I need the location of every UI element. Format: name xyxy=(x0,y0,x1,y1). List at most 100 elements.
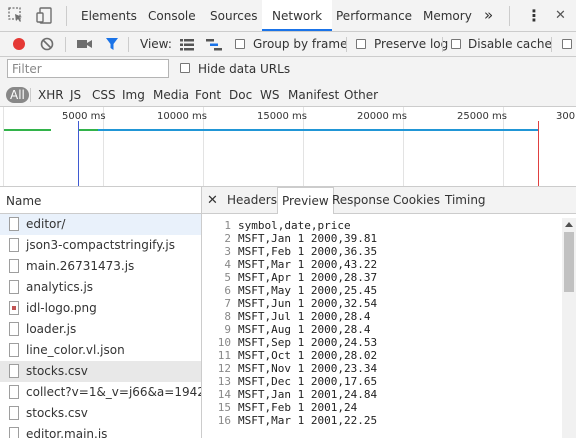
disable-cache-checkbox[interactable] xyxy=(451,39,461,49)
close-detail-button[interactable]: ✕ xyxy=(207,187,218,213)
request-name: collect?v=1&_v=j66&a=19429... xyxy=(26,385,202,399)
view-label: View: xyxy=(140,37,172,51)
type-filter-xhr[interactable]: XHR xyxy=(38,87,64,103)
tab-cookies[interactable]: Cookies xyxy=(393,187,440,213)
request-row[interactable]: analytics.js xyxy=(0,277,201,298)
hide-data-urls-checkbox[interactable] xyxy=(180,63,190,73)
tab-timing[interactable]: Timing xyxy=(445,187,486,213)
network-overview-timeline[interactable]: 5000 ms 10000 ms 15000 ms 20000 ms 25000… xyxy=(0,107,576,187)
overview-tick-label: 25000 ms xyxy=(457,111,507,122)
tab-console[interactable]: Console xyxy=(148,0,196,31)
disable-cache-label: Disable cache xyxy=(468,37,552,51)
overview-tick-label: 300 xyxy=(556,111,576,122)
code-text: MSFT,Jan 1 2001,24.84 xyxy=(238,388,378,401)
type-filter-all[interactable]: All xyxy=(6,87,29,103)
preserve-log-checkbox[interactable] xyxy=(356,39,366,49)
offline-checkbox[interactable] xyxy=(562,39,572,49)
file-icon xyxy=(9,259,19,273)
overview-blue-bar xyxy=(78,129,538,131)
type-filter-img[interactable]: Img xyxy=(122,87,145,103)
request-name: json3-compactstringify.js xyxy=(26,238,175,252)
code-text: MSFT,Aug 1 2000,28.4 xyxy=(238,323,371,336)
line-number: 13 xyxy=(217,375,231,388)
device-toolbar-icon[interactable] xyxy=(36,7,54,24)
request-name: line_color.vl.json xyxy=(26,343,125,357)
devtools-menu-button[interactable]: ⋮ xyxy=(526,0,542,31)
file-icon xyxy=(9,322,19,336)
type-filter-other[interactable]: Other xyxy=(344,87,378,103)
tab-network[interactable]: Network xyxy=(262,0,333,31)
request-row[interactable]: collect?v=1&_v=j66&a=19429... xyxy=(0,382,201,403)
request-row[interactable]: idl-logo.png xyxy=(0,298,201,319)
tab-memory[interactable]: Memory xyxy=(423,0,472,31)
request-row[interactable]: stocks.csv xyxy=(0,403,201,424)
request-detail-panel: ✕ Headers Preview Response Cookies Timin… xyxy=(202,187,576,438)
scroll-up-arrow-icon[interactable] xyxy=(565,221,573,227)
request-row[interactable]: loader.js xyxy=(0,319,201,340)
type-filter-font[interactable]: Font xyxy=(195,87,221,103)
request-name: stocks.csv xyxy=(26,406,88,420)
tab-headers[interactable]: Headers xyxy=(227,187,277,213)
image-file-icon xyxy=(9,301,19,315)
name-column-header[interactable]: Name xyxy=(0,187,201,214)
preview-scrollbar[interactable] xyxy=(562,218,576,438)
overview-tick-label: 15000 ms xyxy=(257,111,307,122)
request-row[interactable]: line_color.vl.json xyxy=(0,340,201,361)
line-number: 5 xyxy=(224,271,231,284)
request-name: idl-logo.png xyxy=(26,301,97,315)
request-row[interactable]: editor.main.js xyxy=(0,424,201,438)
group-by-frame-checkbox[interactable] xyxy=(235,39,245,49)
tab-elements[interactable]: Elements xyxy=(81,0,137,31)
file-icon xyxy=(9,364,19,378)
large-rows-icon[interactable] xyxy=(179,38,195,51)
type-filter-css[interactable]: CSS xyxy=(92,87,116,103)
line-number: 11 xyxy=(217,349,231,362)
request-row[interactable]: json3-compactstringify.js xyxy=(0,235,201,256)
clear-icon[interactable] xyxy=(39,36,55,52)
group-by-frame-label: Group by frame xyxy=(253,37,348,51)
code-text: MSFT,Jun 1 2000,32.54 xyxy=(238,297,378,310)
request-row[interactable]: editor/ xyxy=(0,214,201,235)
request-row[interactable]: main.26731473.js xyxy=(0,256,201,277)
line-number: 9 xyxy=(224,323,231,336)
scrollbar-thumb[interactable] xyxy=(564,232,574,292)
type-filter-media[interactable]: Media xyxy=(153,87,189,103)
file-icon xyxy=(9,385,19,399)
tab-performance[interactable]: Performance xyxy=(336,0,412,31)
request-name: editor/ xyxy=(26,217,66,231)
code-text: MSFT,Sep 1 2000,24.53 xyxy=(238,336,378,349)
hide-data-urls-label: Hide data URLs xyxy=(198,62,291,76)
request-name: stocks.csv xyxy=(26,364,88,378)
code-text: MSFT,Feb 1 2000,36.35 xyxy=(238,245,378,258)
type-filter-manifest[interactable]: Manifest xyxy=(288,87,339,103)
request-name: analytics.js xyxy=(26,280,94,294)
toolbar-divider-4 xyxy=(442,37,443,52)
preserve-log-label: Preserve log xyxy=(374,37,449,51)
record-icon[interactable] xyxy=(11,36,27,52)
code-text: MSFT,May 1 2000,25.45 xyxy=(238,284,378,297)
file-icon xyxy=(9,238,19,252)
inspect-element-icon[interactable] xyxy=(8,7,24,23)
toolbar-divider-2 xyxy=(128,37,129,52)
tab-preview[interactable]: Preview xyxy=(277,187,334,214)
overview-tick-label: 5000 ms xyxy=(62,111,106,122)
type-filter-ws[interactable]: WS xyxy=(260,87,279,103)
filter-input[interactable] xyxy=(7,59,169,78)
type-filter-js[interactable]: JS xyxy=(70,87,81,103)
line-number: 7 xyxy=(224,297,231,310)
close-devtools-button[interactable]: ✕ xyxy=(555,0,566,31)
overview-tick-label: 20000 ms xyxy=(357,111,407,122)
video-camera-icon[interactable] xyxy=(76,37,94,51)
file-icon xyxy=(9,343,19,357)
more-tabs-button[interactable]: » xyxy=(484,0,493,31)
request-row-selected[interactable]: stocks.csv xyxy=(0,361,201,382)
filter-icon[interactable] xyxy=(104,36,120,52)
tab-response[interactable]: Response xyxy=(332,187,390,213)
overview-tick-label: 10000 ms xyxy=(157,111,207,122)
type-filter-doc[interactable]: Doc xyxy=(229,87,252,103)
tab-sources[interactable]: Sources xyxy=(210,0,257,31)
waterfall-icon[interactable] xyxy=(205,38,223,51)
code-text: MSFT,Nov 1 2000,23.34 xyxy=(238,362,378,375)
type-divider xyxy=(30,88,31,102)
line-number: 3 xyxy=(224,245,231,258)
